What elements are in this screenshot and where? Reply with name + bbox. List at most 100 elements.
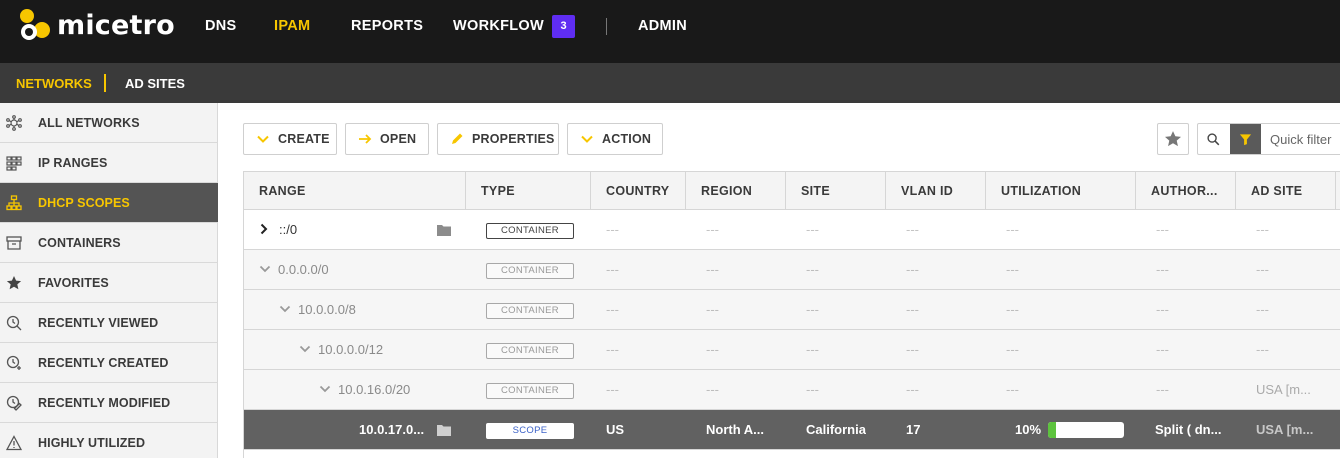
cell-region: ---: [706, 262, 719, 277]
sidebar-item-label: CONTAINERS: [38, 236, 121, 250]
column-header-range[interactable]: RANGE: [244, 172, 466, 210]
sidebar-item-label: RECENTLY CREATED: [38, 356, 169, 370]
cell-utilization: ---: [1006, 382, 1019, 397]
sidebar-item-recently-created[interactable]: RECENTLY CREATED: [0, 343, 218, 383]
sidebar-item-all-networks[interactable]: ALL NETWORKS: [0, 103, 218, 143]
create-button-label: CREATE: [278, 132, 330, 146]
sidebar-item-favorites[interactable]: FAVORITES: [0, 263, 218, 303]
cell-authority: ---: [1156, 342, 1169, 357]
cell-site: ---: [806, 302, 819, 317]
subnav-networks[interactable]: NETWORKS: [16, 76, 92, 91]
action-button-label: ACTION: [602, 132, 652, 146]
nav-reports[interactable]: REPORTS: [351, 18, 423, 34]
filter-button[interactable]: [1230, 124, 1261, 154]
cell-ad-site: ---: [1256, 222, 1269, 237]
sidebar-item-label: IP RANGES: [38, 156, 108, 170]
utilization-bar-fill: [1048, 422, 1056, 438]
networks-grid: RANGE TYPE COUNTRY REGION SITE VLAN ID U…: [243, 171, 1340, 458]
cell-country: ---: [606, 262, 619, 277]
column-header-type[interactable]: TYPE: [466, 172, 591, 210]
column-header-vlan-id[interactable]: VLAN ID: [886, 172, 986, 210]
properties-button-label: PROPERTIES: [472, 132, 555, 146]
table-row[interactable]: 10.0.0.0/8 CONTAINER --- --- --- --- ---…: [244, 290, 1340, 330]
cell-country: ---: [606, 302, 619, 317]
cell-country: ---: [606, 382, 619, 397]
favorite-toggle-button[interactable]: [1157, 123, 1189, 155]
sidebar-item-dhcp-scopes[interactable]: DHCP SCOPES: [0, 183, 218, 223]
column-header-region[interactable]: REGION: [686, 172, 786, 210]
sidebar-item-label: HIGHLY UTILIZED: [38, 436, 146, 450]
sidebar-item-label: RECENTLY MODIFIED: [38, 396, 171, 410]
cell-utilization: ---: [1006, 262, 1019, 277]
sidebar-item-recently-viewed[interactable]: RECENTLY VIEWED: [0, 303, 218, 343]
search-icon: [1207, 133, 1220, 146]
micetro-logo[interactable]: micetro: [17, 8, 175, 42]
sidebar-item-label: RECENTLY VIEWED: [38, 316, 159, 330]
cell-vlan: ---: [906, 342, 919, 357]
nav-workflow[interactable]: WORKFLOW: [453, 18, 544, 34]
subnav-ad-sites[interactable]: AD SITES: [125, 76, 185, 91]
cell-vlan: ---: [906, 382, 919, 397]
column-header-utilization[interactable]: UTILIZATION: [986, 172, 1136, 210]
create-button[interactable]: CREATE: [243, 123, 337, 155]
search-button[interactable]: [1198, 124, 1230, 154]
cell-vlan: ---: [906, 222, 919, 237]
type-badge: CONTAINER: [486, 263, 574, 279]
chevron-down-icon: [581, 135, 593, 143]
sidebar-item-containers[interactable]: CONTAINERS: [0, 223, 218, 263]
open-button-label: OPEN: [380, 132, 417, 146]
open-button[interactable]: OPEN: [345, 123, 429, 155]
dhcp-scopes-icon: [6, 195, 22, 211]
column-header-country[interactable]: COUNTRY: [591, 172, 686, 210]
cell-ad-site: ---: [1256, 262, 1269, 277]
cell-range: 0.0.0.0/0: [278, 262, 329, 277]
nav-ipam[interactable]: IPAM: [274, 18, 310, 34]
sidebar-item-label: ALL NETWORKS: [38, 116, 140, 130]
cell-utilization: ---: [1006, 302, 1019, 317]
cell-region: ---: [706, 222, 719, 237]
sidebar-item-ip-ranges[interactable]: IP RANGES: [0, 143, 218, 183]
cell-utilization: 10%: [1015, 422, 1042, 437]
workflow-count-badge: 3: [552, 15, 575, 38]
cell-range: 10.0.0.0/12: [318, 342, 384, 357]
cell-ad-site: ---: [1256, 342, 1269, 357]
column-header-site[interactable]: SITE: [786, 172, 886, 210]
sidebar-item-highly-utilized[interactable]: HIGHLY UTILIZED: [0, 423, 218, 458]
cell-region: North A...: [706, 422, 765, 437]
cell-site: ---: [806, 262, 819, 277]
table-row[interactable]: ::/0 CONTAINER --- --- --- --- --- --- -…: [244, 210, 1340, 250]
quick-filter-box: [1197, 123, 1340, 155]
cell-utilization: ---: [1006, 222, 1019, 237]
cell-region: ---: [706, 342, 719, 357]
cell-range: 10.0.16.0/20: [338, 382, 411, 397]
quick-filter-input[interactable]: [1261, 124, 1340, 154]
nav-dns[interactable]: DNS: [205, 18, 237, 34]
type-badge: CONTAINER: [486, 223, 574, 239]
star-icon: [1165, 131, 1181, 147]
cell-country: ---: [606, 222, 619, 237]
cell-vlan: 17: [906, 422, 921, 437]
type-badge: CONTAINER: [486, 383, 574, 399]
cell-range: ::/0: [279, 222, 298, 237]
table-row[interactable]: 0.0.0.0/0 CONTAINER --- --- --- --- --- …: [244, 250, 1340, 290]
utilization-bar: [1048, 422, 1124, 438]
funnel-icon: [1239, 134, 1252, 146]
nav-admin[interactable]: ADMIN: [638, 18, 687, 34]
action-button[interactable]: ACTION: [567, 123, 663, 155]
cell-authority: ---: [1156, 302, 1169, 317]
type-badge: CONTAINER: [486, 303, 574, 319]
column-header-ad-site[interactable]: AD SITE: [1236, 172, 1336, 210]
properties-button[interactable]: PROPERTIES: [437, 123, 559, 155]
cell-country: US: [606, 422, 625, 437]
sidebar-item-recently-modified[interactable]: RECENTLY MODIFIED: [0, 383, 218, 423]
ip-ranges-icon: [6, 156, 22, 171]
cell-site: California: [806, 422, 866, 437]
column-header-authority[interactable]: AUTHOR...: [1136, 172, 1236, 210]
micetro-logo-icon: [20, 9, 50, 40]
folder-icon: [437, 225, 451, 236]
table-row[interactable]: 10.0.0.0/12 CONTAINER --- --- --- --- --…: [244, 330, 1340, 370]
cell-country: ---: [606, 342, 619, 357]
cell-site: ---: [806, 382, 819, 397]
table-row[interactable]: 10.0.16.0/20 CONTAINER --- --- --- --- -…: [244, 370, 1340, 410]
table-row-selected[interactable]: 10.0.17.0... SCOPE US North A... Califor…: [244, 410, 1340, 450]
